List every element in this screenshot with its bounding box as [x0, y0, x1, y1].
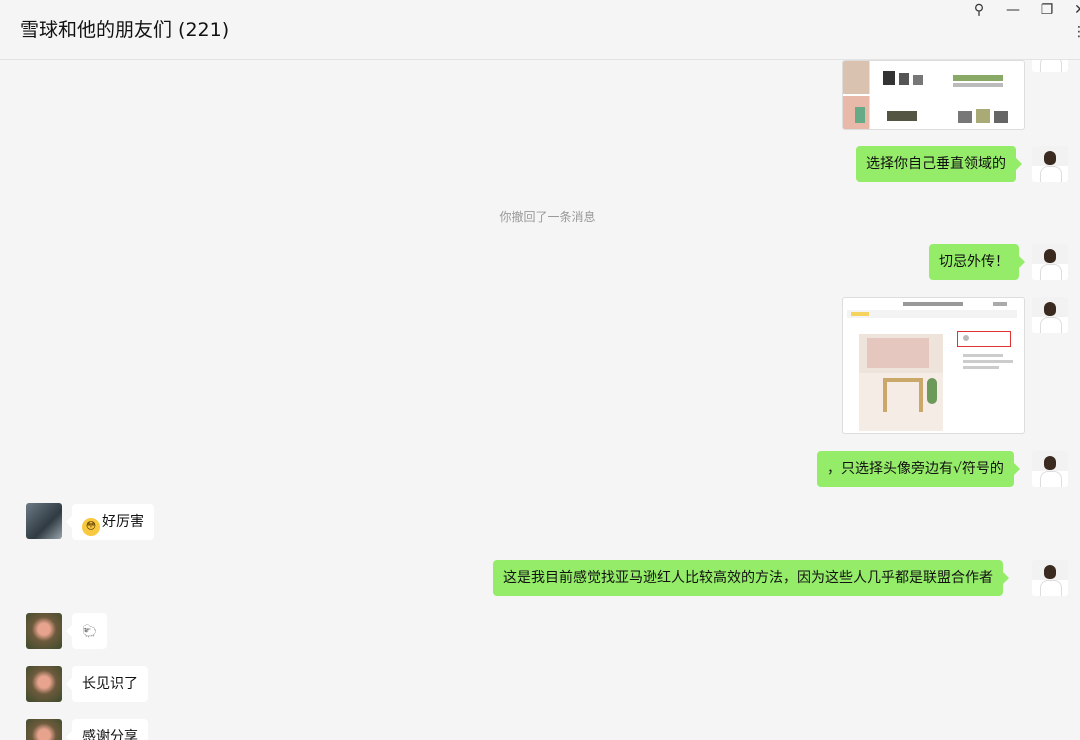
product-collage-image[interactable] — [842, 60, 1025, 130]
my-avatar[interactable] — [1032, 244, 1068, 280]
webpage-screenshot-image[interactable] — [842, 297, 1025, 434]
system-message: 你撤回了一条消息 — [499, 210, 596, 224]
member-avatar[interactable] — [26, 503, 62, 539]
close-icon[interactable]: ✕ — [1070, 2, 1080, 18]
message-bubble[interactable]: 长见识了 — [66, 666, 148, 702]
pin-icon[interactable]: ⚲ — [969, 2, 989, 18]
my-avatar[interactable] — [1032, 60, 1068, 72]
message-bubble[interactable]: 选择你自己垂直领域的 — [856, 146, 1022, 182]
message-bubble[interactable]: 这是我目前感觉找亚马逊红人比较高效的方法，因为这些人几乎都是联盟合作者 — [493, 560, 1009, 596]
member-avatar[interactable] — [26, 613, 62, 649]
member-avatar[interactable] — [26, 719, 62, 740]
my-avatar[interactable] — [1032, 146, 1068, 182]
title-bar: 雪球和他的朋友们 (221) ⚲ — ❐ ✕ ⋮ — [0, 0, 1080, 60]
restore-icon[interactable]: ❐ — [1037, 2, 1057, 18]
message-bubble[interactable]: ，只选择头像旁边有√符号的 — [817, 451, 1020, 487]
chat-message-list[interactable]: 选择你自己垂直领域的 你撤回了一条消息 切忌外传！ ，只选择头像旁边有√符号的 … — [0, 60, 1080, 740]
my-avatar[interactable] — [1032, 297, 1068, 333]
more-options-icon[interactable]: ⋮ — [1072, 24, 1080, 40]
chat-title: 雪球和他的朋友们 (221) — [20, 19, 230, 41]
my-avatar[interactable] — [1032, 560, 1068, 596]
message-bubble[interactable]: 感谢分享 — [66, 719, 148, 740]
my-avatar[interactable] — [1032, 451, 1068, 487]
message-bubble[interactable]: 😳 好厉害 — [66, 504, 154, 540]
sheep-sticker[interactable]: 🐑 — [66, 613, 107, 649]
astonished-emoji-icon: 😳 — [82, 518, 100, 536]
message-bubble[interactable]: 切忌外传！ — [929, 244, 1025, 280]
member-avatar[interactable] — [26, 666, 62, 702]
minimize-icon[interactable]: — — [1003, 2, 1023, 18]
